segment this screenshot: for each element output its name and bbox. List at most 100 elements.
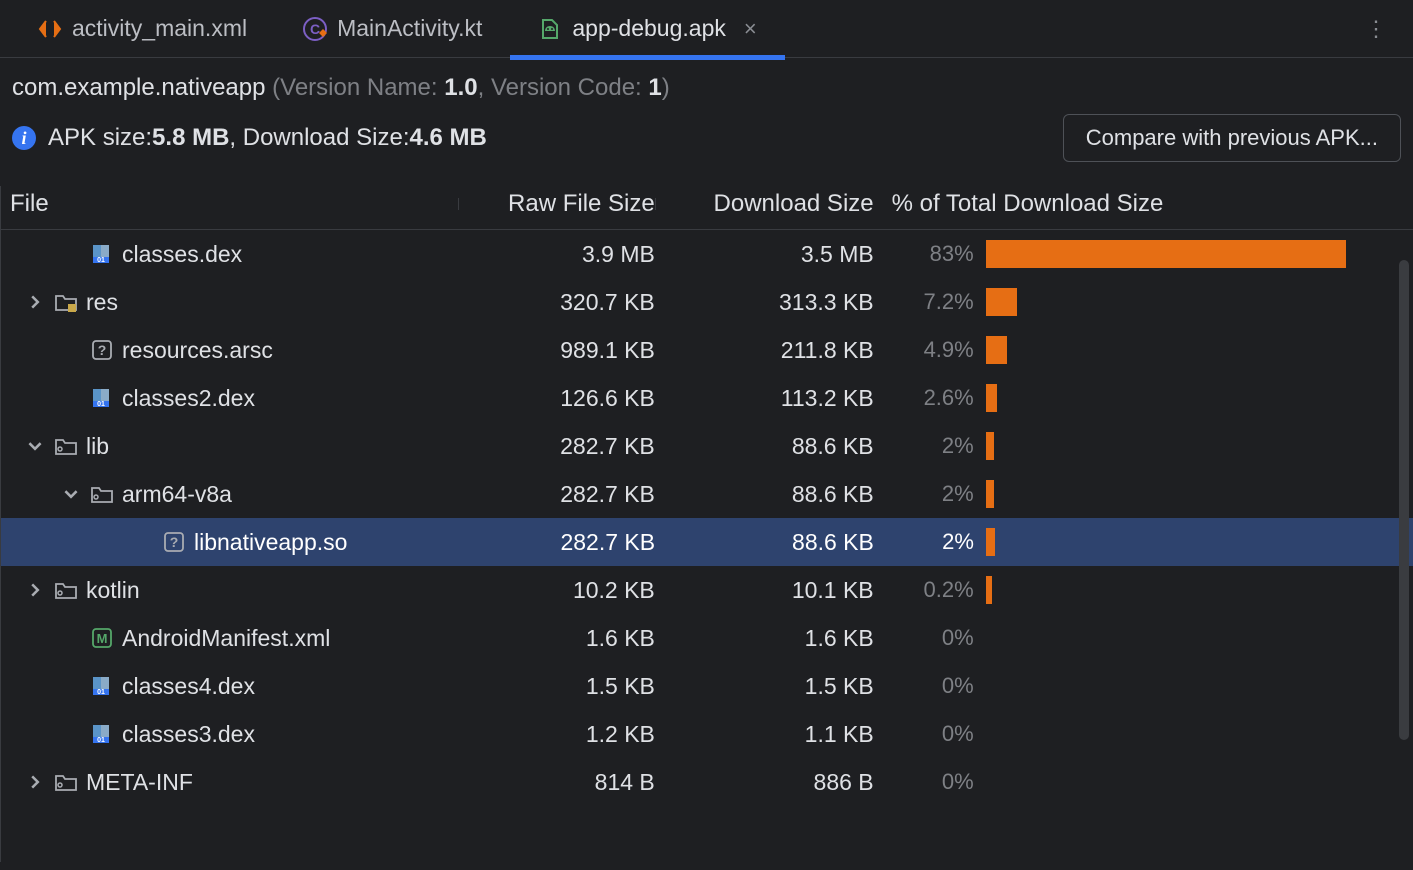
file-cell: M AndroidManifest.xml (0, 625, 458, 652)
download-size: 1.5 KB (655, 673, 874, 700)
file-name: AndroidManifest.xml (122, 625, 330, 652)
tab-mainactivity-kt[interactable]: C MainActivity.kt (275, 0, 510, 57)
raw-size: 282.7 KB (458, 481, 655, 508)
package-version-row: com.example.nativeapp (Version Name: 1.0… (12, 74, 1401, 102)
table-row[interactable]: 01classes2.dex126.6 KB113.2 KB2.6% (0, 374, 1413, 422)
chevron-right-icon[interactable] (24, 295, 46, 309)
file-cell: 01 classes2.dex (0, 385, 458, 412)
bar (986, 480, 995, 508)
download-size: 886 B (655, 769, 874, 796)
folder-icon (54, 578, 78, 602)
dex-icon: 01 (90, 674, 114, 698)
folder-icon (54, 770, 78, 794)
pct-cell: 0.2% (874, 576, 1413, 604)
table-row[interactable]: 01classes4.dex1.5 KB1.5 KB0% (0, 662, 1413, 710)
file-cell: 01 classes3.dex (0, 721, 458, 748)
pct-label: 83% (894, 241, 974, 267)
table-row[interactable]: res320.7 KB313.3 KB7.2% (0, 278, 1413, 326)
pct-label: 0% (894, 769, 974, 795)
bar-container (986, 576, 1413, 604)
apk-size-label: APK size: (48, 124, 152, 152)
bar-container (986, 288, 1413, 316)
compare-apk-button[interactable]: Compare with previous APK... (1063, 114, 1401, 162)
overflow-menu-icon[interactable]: ⋮ (1341, 16, 1413, 42)
apk-header: com.example.nativeapp (Version Name: 1.0… (0, 58, 1413, 162)
pct-cell: 2% (874, 528, 1413, 556)
chevron-right-icon[interactable] (24, 583, 46, 597)
svg-text:?: ? (98, 342, 107, 358)
pct-label: 2% (894, 481, 974, 507)
pct-label: 0% (894, 625, 974, 651)
table-row[interactable]: MAndroidManifest.xml1.6 KB1.6 KB0% (0, 614, 1413, 662)
pct-cell: 7.2% (874, 288, 1413, 316)
download-size: 88.6 KB (655, 529, 874, 556)
header-file[interactable]: File (0, 190, 458, 218)
download-size: 88.6 KB (655, 481, 874, 508)
svg-text:01: 01 (97, 689, 105, 696)
table-row[interactable]: ?resources.arsc989.1 KB211.8 KB4.9% (0, 326, 1413, 374)
header-pct[interactable]: % of Total Download Size (874, 190, 1413, 218)
raw-size: 1.2 KB (458, 721, 655, 748)
tab-label: MainActivity.kt (337, 15, 482, 42)
table-row[interactable]: lib282.7 KB88.6 KB2% (0, 422, 1413, 470)
header-raw[interactable]: Raw File Size (458, 190, 655, 218)
file-name: classes2.dex (122, 385, 255, 412)
pct-label: 2% (894, 529, 974, 555)
header-download[interactable]: Download Size (655, 190, 874, 218)
file-cell: 01classes4.dex (0, 673, 458, 700)
dex-icon: 01 (90, 386, 114, 410)
file-name: META-INF (86, 769, 193, 796)
table-row[interactable]: kotlin10.2 KB10.1 KB0.2% (0, 566, 1413, 614)
pct-cell: 2% (874, 480, 1413, 508)
file-cell: res (0, 289, 458, 316)
chevron-right-icon[interactable] (24, 775, 46, 789)
download-size-value: 4.6 MB (410, 124, 487, 152)
tab-app-debug-apk[interactable]: app-debug.apk × (510, 0, 784, 57)
bar (986, 576, 992, 604)
table-row[interactable]: 01classes.dex3.9 MB3.5 MB83% (0, 230, 1413, 278)
table-row[interactable]: 01classes3.dex1.2 KB1.1 KB0% (0, 710, 1413, 758)
file-name: res (86, 289, 118, 316)
file-name: libnativeapp.so (194, 529, 347, 556)
dex-icon: 01 (90, 722, 114, 746)
table-body: 01classes.dex3.9 MB3.5 MB83%res320.7 KB3… (0, 230, 1413, 870)
chevron-down-icon[interactable] (60, 487, 82, 501)
raw-size: 282.7 KB (458, 529, 655, 556)
svg-text:01: 01 (97, 257, 105, 264)
close-icon[interactable]: × (744, 16, 757, 42)
svg-text:C: C (310, 21, 320, 37)
tab-label: activity_main.xml (72, 15, 247, 42)
unknown-icon: ? (90, 338, 114, 362)
apk-size-row: i APK size: 5.8 MB , Download Size: 4.6 … (12, 114, 1401, 162)
download-size: 1.1 KB (655, 721, 874, 748)
download-size: 3.5 MB (655, 241, 874, 268)
bar (986, 288, 1017, 316)
file-name: resources.arsc (122, 337, 273, 364)
bar-container (986, 336, 1413, 364)
pct-cell: 0% (874, 624, 1413, 652)
editor-tabs: activity_main.xml C MainActivity.kt app-deb… (0, 0, 1413, 58)
pct-cell: 0% (874, 768, 1413, 796)
pct-cell: 4.9% (874, 336, 1413, 364)
file-cell: ?libnativeapp.so (0, 529, 458, 556)
download-size: 113.2 KB (655, 385, 874, 412)
table-row[interactable]: ?libnativeapp.so282.7 KB88.6 KB 2% (0, 518, 1413, 566)
file-name: classes3.dex (122, 721, 255, 748)
svg-text:M: M (97, 631, 108, 646)
bar (986, 528, 995, 556)
bar-container (986, 528, 1413, 556)
raw-size: 1.6 KB (458, 625, 655, 652)
file-cell: arm64-v8a (0, 481, 458, 508)
raw-size: 126.6 KB (458, 385, 655, 412)
folder-res-icon (54, 290, 78, 314)
table-row[interactable]: META-INF814 B886 B0% (0, 758, 1413, 806)
tab-activity_main-xml[interactable]: activity_main.xml (10, 0, 275, 57)
tab-label: app-debug.apk (572, 15, 725, 42)
bar-container (986, 768, 1413, 796)
table-row[interactable]: arm64-v8a282.7 KB88.6 KB 2% (0, 470, 1413, 518)
raw-size: 989.1 KB (458, 337, 655, 364)
chevron-down-icon[interactable] (24, 439, 46, 453)
scrollbar[interactable] (1399, 260, 1409, 740)
file-cell: 01classes.dex (0, 241, 458, 268)
file-table: File Raw File Size Download Size % of To… (0, 178, 1413, 870)
